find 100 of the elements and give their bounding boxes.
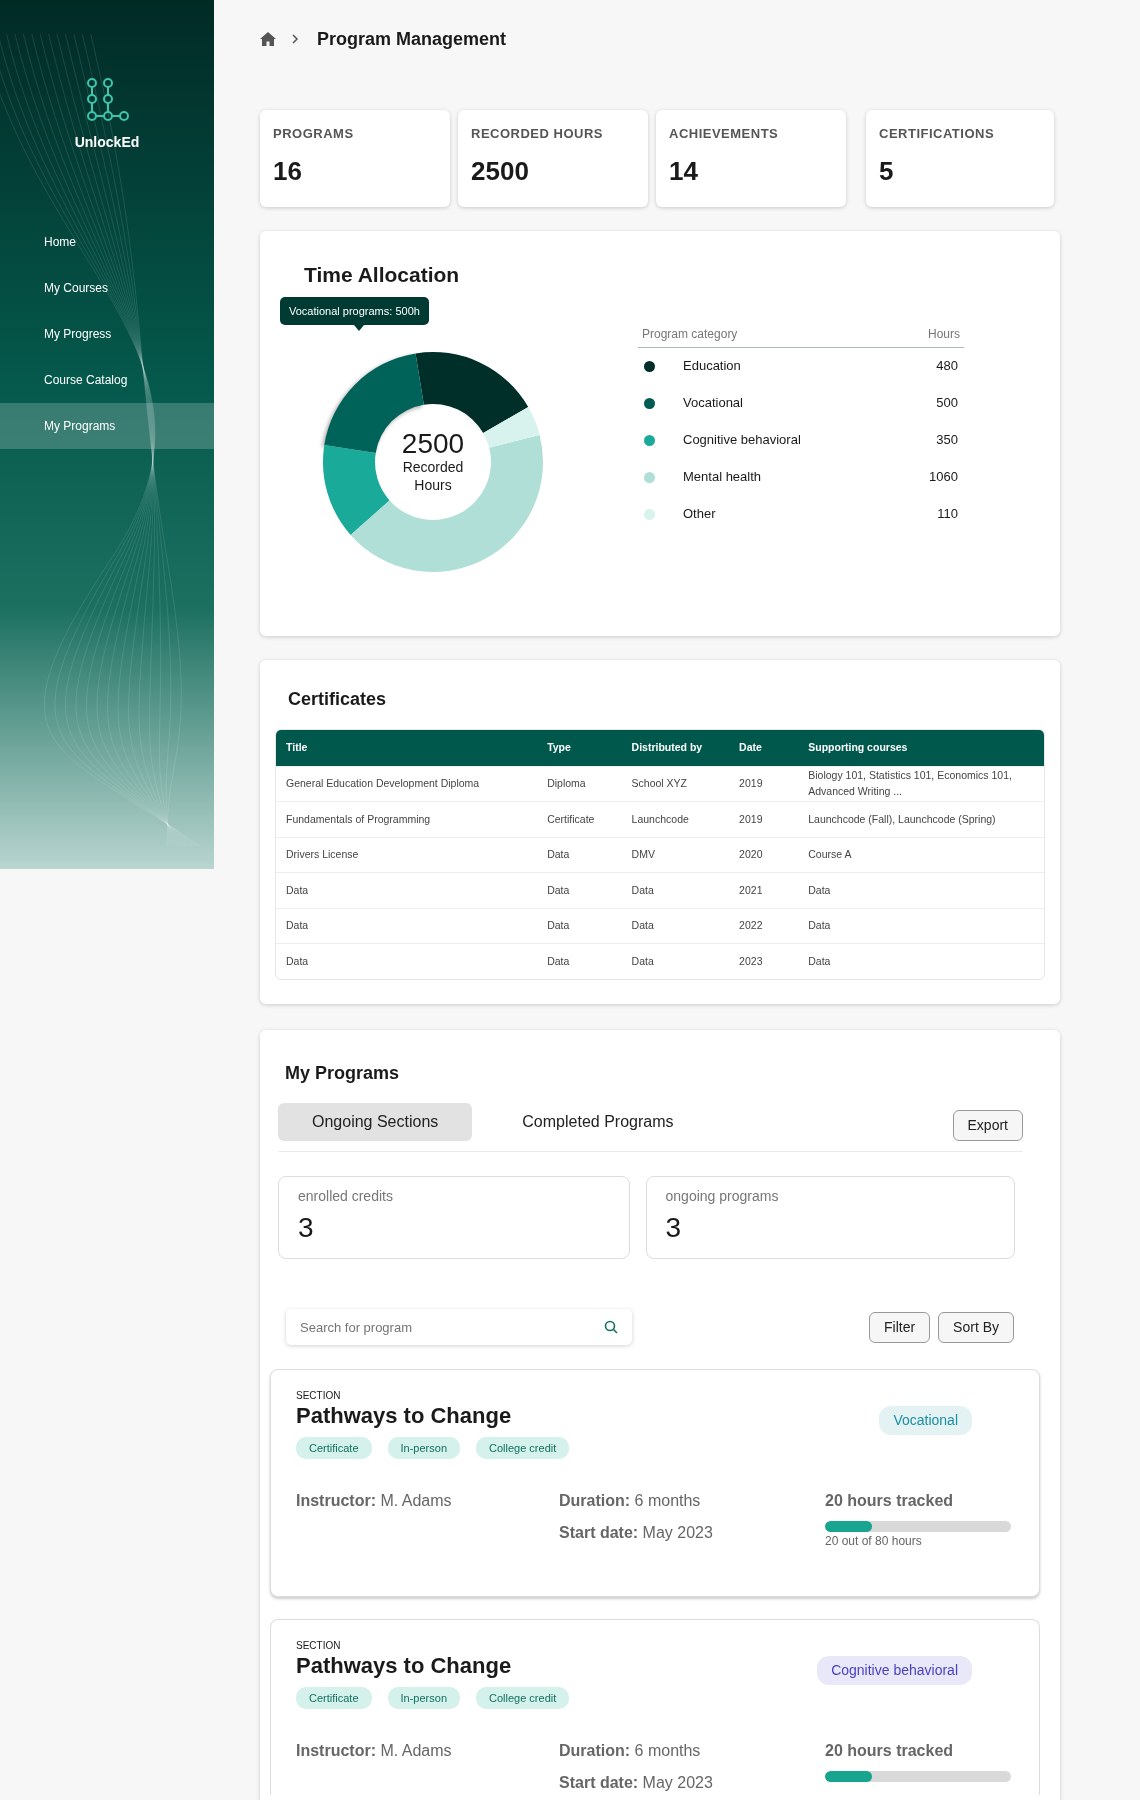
hours-tracked: 20 hours tracked — [825, 1741, 955, 1762]
donut-slice[interactable] — [415, 351, 529, 433]
table-cell: General Education Development Diploma — [276, 766, 538, 802]
table-cell: Data — [621, 908, 730, 944]
legend-value: 500 — [936, 394, 958, 413]
home-icon[interactable] — [260, 32, 276, 46]
table-cell: 2023 — [729, 943, 799, 980]
stat-value: 5 — [879, 154, 895, 188]
card-title: My Programs — [285, 1062, 401, 1086]
stat-value: 16 — [273, 154, 303, 188]
section-label: SECTION — [296, 1639, 342, 1654]
column-header: Hours — [928, 325, 960, 343]
table-cell: Course A — [798, 837, 1044, 873]
table-cell: Launchcode — [621, 801, 730, 838]
column-header: Type — [537, 730, 622, 767]
program-title: Pathways to Change — [296, 1403, 513, 1429]
summary-value: 3 — [298, 1211, 315, 1246]
tag: College credit — [476, 1686, 570, 1710]
tooltip-pointer-icon — [354, 325, 364, 331]
nav-item[interactable]: My Courses — [0, 265, 214, 311]
card-title: Certificates — [288, 688, 388, 711]
table-cell: 2019 — [729, 766, 799, 802]
legend-value: 350 — [936, 431, 958, 450]
meta-text: Instructor: M. Adams — [296, 1741, 453, 1762]
column-header: Program category — [642, 325, 738, 343]
meta-text: Start date: May 2023 — [559, 1523, 714, 1544]
tag: College credit — [476, 1436, 570, 1460]
table-cell: Data — [537, 837, 622, 873]
legend-label: Education — [683, 357, 741, 376]
table-cell: Data — [537, 908, 622, 944]
table-cell: Biology 101, Statistics 101, Economics 101, Advanced Writing ... — [798, 766, 1044, 802]
tag: Certificate — [296, 1436, 372, 1460]
tag: In-person — [387, 1686, 460, 1710]
stat-label: PROGRAMS — [273, 125, 355, 143]
table-cell: Data — [537, 872, 622, 909]
column-header: Date — [729, 730, 799, 767]
nav-item[interactable]: My Programs — [0, 403, 214, 449]
search-field[interactable]: Search for program — [286, 1309, 632, 1346]
tab[interactable]: Ongoing Sections — [278, 1102, 473, 1141]
nav-item[interactable]: Home — [0, 219, 214, 265]
table-cell: Data — [621, 943, 730, 980]
sort-button[interactable]: Sort By — [938, 1311, 1014, 1343]
column-header: Title — [276, 730, 538, 767]
section-label: SECTION — [296, 1389, 342, 1404]
donut-slice[interactable] — [350, 434, 543, 572]
summary-value: 3 — [665, 1211, 683, 1246]
tag: In-person — [387, 1436, 460, 1460]
search-icon[interactable] — [604, 1320, 618, 1335]
legend-value: 1060 — [929, 468, 958, 487]
table-cell: Data — [276, 908, 538, 944]
summary-label: enrolled credits — [298, 1187, 394, 1207]
progress-caption: 20 out of 80 hours — [825, 1533, 923, 1551]
donut-slice[interactable] — [323, 444, 390, 535]
legend-label: Mental health — [683, 468, 762, 487]
legend-value: 110 — [937, 505, 958, 524]
logo-icon — [84, 78, 130, 124]
table-cell: Certificate — [537, 801, 622, 838]
nav-item[interactable]: My Progress — [0, 311, 214, 357]
table-cell: Data — [537, 943, 622, 980]
legend-value: 480 — [936, 357, 958, 376]
tag: Certificate — [296, 1686, 372, 1710]
breadcrumb-current: Program Management — [317, 27, 507, 51]
legend-label: Other — [683, 505, 716, 524]
tab[interactable]: Completed Programs — [488, 1102, 708, 1141]
table-cell: Drivers License — [276, 837, 538, 873]
stat-value: 2500 — [471, 154, 530, 188]
table-cell: DMV — [621, 837, 730, 873]
table-cell: Data — [276, 943, 538, 980]
table-cell: Data — [798, 872, 1044, 909]
nav-item[interactable]: Course Catalog — [0, 357, 214, 403]
table-cell: Data — [621, 872, 730, 909]
table-cell: 2021 — [729, 872, 799, 909]
meta-text: Instructor: M. Adams — [296, 1491, 453, 1512]
stat-label: ACHIEVEMENTS — [669, 125, 780, 143]
stat-value: 14 — [669, 154, 699, 188]
table-cell: 2019 — [729, 801, 799, 838]
brand-name: UnlockEd — [74, 133, 140, 152]
donut-slice[interactable] — [483, 406, 540, 448]
stat-label: RECORDED HOURS — [471, 125, 604, 143]
table-cell: 2022 — [729, 908, 799, 944]
table-cell: Data — [276, 872, 538, 909]
export-button[interactable]: Export — [952, 1110, 1023, 1142]
meta-text: Duration: 6 months — [559, 1491, 702, 1512]
table-cell: Launchcode (Fall), Launchcode (Spring) — [798, 801, 1044, 838]
filter-button[interactable]: Filter — [868, 1311, 931, 1343]
hours-tracked: 20 hours tracked — [825, 1491, 955, 1512]
legend-label: Cognitive behavioral — [683, 431, 801, 450]
category-tag: Vocational — [879, 1406, 972, 1436]
table-cell: Data — [798, 908, 1044, 944]
stat-label: CERTIFICATIONS — [879, 125, 996, 143]
meta-text: Duration: 6 months — [559, 1741, 702, 1762]
meta-text: Start date: May 2023 — [559, 1773, 714, 1794]
column-header: Supporting courses — [798, 730, 1044, 767]
table-cell: 2020 — [729, 837, 799, 873]
table-cell: Diploma — [537, 766, 622, 802]
chevron-icon — [292, 34, 299, 44]
table-cell: School XYZ — [621, 766, 730, 802]
table-cell: Fundamentals of Programming — [276, 801, 538, 838]
legend-label: Vocational — [683, 394, 743, 413]
card-title: Time Allocation — [304, 262, 461, 288]
